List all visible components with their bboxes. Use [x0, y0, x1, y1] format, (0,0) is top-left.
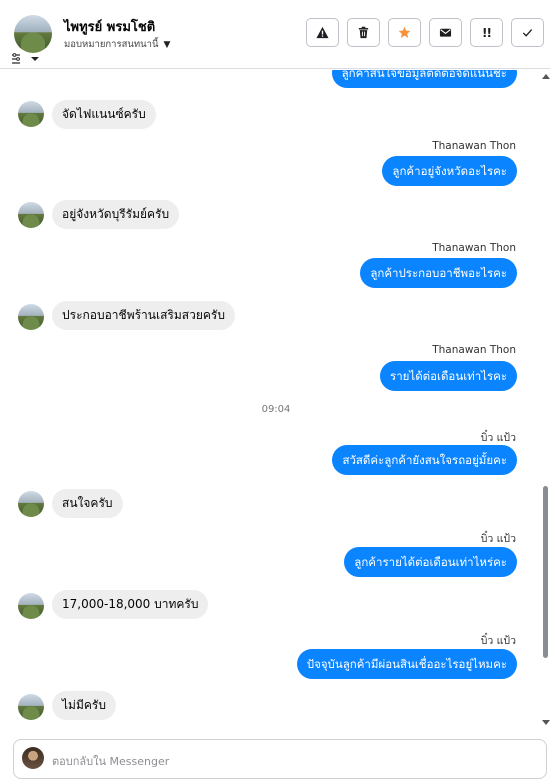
contact-mini-avatar: [18, 694, 44, 720]
mark-done-button[interactable]: [511, 18, 544, 47]
assign-label: มอบหมายการสนทนานี้: [64, 39, 159, 50]
check-icon: [522, 29, 533, 37]
reply-composer[interactable]: ตอบกลับใน Messenger: [13, 739, 547, 779]
outgoing-message: ลูกค้าอยู่จังหวัดอะไรคะ: [382, 156, 517, 186]
outgoing-message: ปัจจุบันลูกค้ามีผ่อนสินเชื่ออะไรอยู่ไหมค…: [296, 649, 517, 679]
outgoing-message: ลูกค้าสนใจข้อมูลติดต่อจัดแนนชะ: [331, 70, 517, 88]
incoming-message: อยู่จังหวัดบุรีรัมย์ครับ: [52, 200, 180, 229]
incoming-message: 17,000-18,000 บาทครับ: [52, 590, 209, 619]
star-icon: [398, 26, 411, 38]
message-thread[interactable]: ลูกค้าสนใจข้อมูลติดต่อจัดแนนชะ จัดไฟแนนซ…: [0, 70, 540, 735]
warning-icon: [316, 26, 329, 39]
sender-name: Thanawan Thon: [432, 242, 516, 254]
contact-mini-avatar: [18, 202, 44, 228]
header-action-bar: !!: [306, 18, 544, 47]
incoming-message: ประกอบอาชีพร้านเสริมสวยครับ: [52, 301, 235, 330]
incoming-message: ไม่มีครับ: [52, 691, 116, 720]
thread-scrollbar[interactable]: [540, 70, 550, 735]
mark-unread-button[interactable]: [429, 18, 462, 47]
outgoing-message: สวัสดีค่ะลูกค้ายังสนใจรถอยู่มั้ยคะ: [332, 445, 517, 475]
trash-icon: [358, 26, 369, 39]
chevron-down-icon: ▼: [163, 40, 171, 50]
sender-name: บิ๋ว แป้ว: [480, 533, 516, 545]
priority-button[interactable]: !!: [470, 18, 503, 47]
contact-mini-avatar: [18, 593, 44, 619]
outgoing-message: ลูกค้าประกอบอาชีพอะไรคะ: [360, 258, 517, 288]
contact-mini-avatar: [18, 101, 44, 127]
contact-mini-avatar: [18, 491, 44, 517]
outgoing-message: ลูกค้ารายได้ต่อเดือนเท่าไหร่คะ: [344, 547, 517, 577]
incoming-message: สนใจครับ: [52, 489, 123, 518]
mark-spam-button[interactable]: [306, 18, 339, 47]
page-avatar: [22, 747, 44, 769]
contact-name[interactable]: ไพทูรย์ พรมโชติ: [64, 16, 155, 37]
sender-name: บิ๋ว แป้ว: [480, 432, 516, 444]
sender-name: Thanawan Thon: [432, 140, 516, 152]
sender-name: Thanawan Thon: [432, 344, 516, 356]
follow-up-button[interactable]: [388, 18, 421, 47]
sender-name: บิ๋ว แป้ว: [480, 635, 516, 647]
reply-input[interactable]: ตอบกลับใน Messenger: [52, 752, 169, 770]
scroll-up-arrow-icon[interactable]: [542, 74, 550, 79]
timestamp-divider: 09:04: [261, 404, 291, 415]
conversation-header: ไพทูรย์ พรมโชติ มอบหมายการสนทนานี้ ▼ !!: [0, 0, 550, 69]
outgoing-message: รายได้ต่อเดือนเท่าไรคะ: [380, 361, 517, 391]
assign-conversation-dropdown[interactable]: มอบหมายการสนทนานี้ ▼: [64, 37, 170, 52]
contact-avatar[interactable]: [14, 15, 52, 53]
incoming-message: จัดไฟแนนซ์ครับ: [52, 100, 156, 129]
envelope-icon: [439, 28, 452, 37]
priority-icon: !!: [482, 25, 492, 40]
delete-button[interactable]: [347, 18, 380, 47]
filter-settings-icon[interactable]: [10, 52, 40, 64]
scrollbar-thumb[interactable]: [543, 486, 548, 658]
scroll-down-arrow-icon[interactable]: [542, 720, 550, 725]
contact-mini-avatar: [18, 304, 44, 330]
